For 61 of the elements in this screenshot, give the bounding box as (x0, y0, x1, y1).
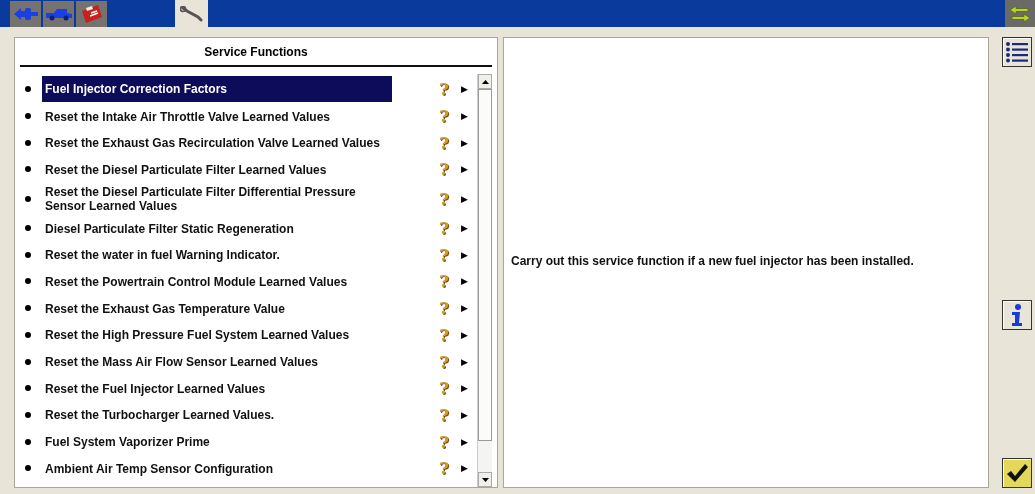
run-arrow[interactable]: ▶ (460, 193, 468, 204)
scroll-down-icon[interactable] (481, 477, 489, 482)
bullet-icon (25, 113, 31, 120)
bullet-icon (25, 411, 31, 418)
toolbox-icon (79, 3, 104, 25)
run-arrow[interactable]: ▶ (460, 111, 468, 122)
function-item[interactable]: Reset the Diesel Particulate Filter Differential Pressure Sensor Learned Values (42, 182, 392, 215)
run-arrow[interactable]: ▶ (460, 137, 468, 148)
run-arrow[interactable]: ▶ (460, 249, 468, 260)
run-arrow[interactable]: ▶ (460, 463, 468, 474)
function-item[interactable]: Reset the Exhaust Gas Recirculation Valve Learned Values (42, 134, 383, 153)
run-arrow[interactable]: ▶ (460, 223, 468, 234)
run-arrow[interactable]: ▶ (460, 84, 468, 95)
bullet-icon (25, 86, 31, 93)
panel-title: Service Functions (204, 45, 308, 59)
scrollbar[interactable] (477, 74, 492, 487)
bullet-icon (25, 166, 31, 173)
bullet-icon (25, 358, 31, 365)
function-item[interactable]: Reset the Powertrain Control Module Learned Values (42, 272, 351, 291)
truck-icon (44, 7, 73, 21)
bullet-icon (25, 278, 31, 285)
run-arrow[interactable]: ▶ (460, 436, 468, 447)
swap-arrows-icon[interactable] (1005, 0, 1035, 27)
bullet-icon (25, 465, 31, 472)
function-item[interactable]: Reset the Mass Air Flow Sensor Learned Values (42, 353, 321, 372)
bullet-icon (25, 139, 31, 146)
tab[interactable] (76, 1, 107, 27)
tab[interactable] (43, 1, 74, 27)
function-item[interactable]: Fuel Injector Correction Factors (42, 76, 392, 103)
function-item[interactable]: Reset the Exhaust Gas Temperature Value (42, 299, 288, 318)
run-arrow[interactable]: ▶ (460, 383, 468, 394)
run-arrow[interactable]: ▶ (460, 356, 468, 367)
run-arrow[interactable]: ▶ (460, 276, 468, 287)
bullet-icon (25, 195, 31, 202)
function-item[interactable]: Reset the Intake Air Throttle Valve Learned Values (42, 107, 333, 126)
bullet-icon (25, 438, 31, 445)
info-icon[interactable] (1001, 300, 1032, 330)
description-text: Carry out this service function if a new fuel injector has been installed. (511, 253, 914, 268)
function-item[interactable]: Reset the Diesel Particulate Filter Learned Values (42, 160, 330, 179)
bullet-icon (25, 251, 31, 258)
function-item[interactable]: Ambient Air Temp Sensor Configuration (42, 459, 276, 478)
run-arrow[interactable]: ▶ (460, 409, 468, 420)
bullet-icon (25, 305, 31, 312)
tab[interactable] (175, 0, 208, 27)
bullet-icon (25, 225, 31, 232)
function-item[interactable]: Reset the Turbocharger Learned Values. (42, 406, 278, 425)
function-item[interactable]: Reset the Fuel Injector Learned Values (42, 379, 269, 398)
scroll-up-icon[interactable] (481, 79, 489, 84)
connector-icon (12, 5, 39, 23)
bullet-icon (25, 385, 31, 392)
run-arrow[interactable]: ▶ (460, 303, 468, 314)
function-item[interactable]: Reset the High Pressure Fuel System Learned Values (42, 326, 353, 345)
confirm-button[interactable] (1001, 458, 1032, 488)
run-arrow[interactable]: ▶ (460, 164, 468, 175)
function-item[interactable]: Fuel System Vaporizer Prime (42, 433, 213, 452)
function-item[interactable]: Diesel Particulate Filter Static Regeneration (42, 219, 297, 238)
wrench-icon (179, 5, 204, 22)
bullet-icon (25, 331, 31, 338)
run-arrow[interactable]: ▶ (460, 329, 468, 340)
list-icon[interactable] (1001, 37, 1032, 67)
function-item[interactable]: Reset the water in fuel Warning Indicator. (42, 246, 283, 265)
